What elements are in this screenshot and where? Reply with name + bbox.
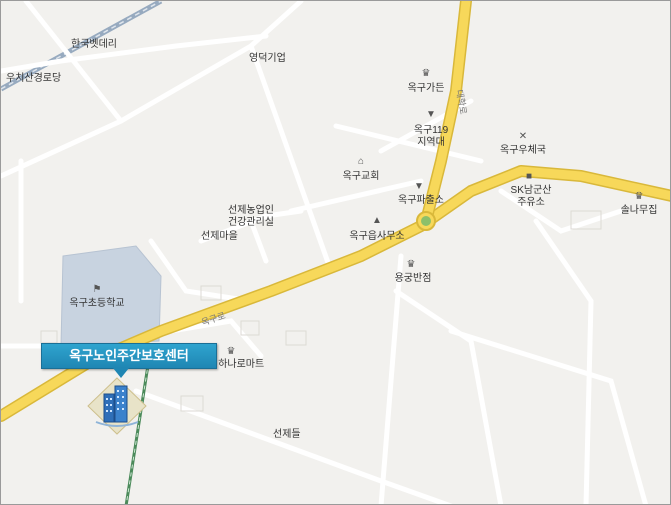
- label-eup-office: 옥구읍사무소: [349, 231, 405, 242]
- police-icon[interactable]: ▼: [413, 181, 425, 193]
- map-canvas[interactable]: 한국벳데리 우치산경로당 영덕기업 ♛ 옥구가든 ▼ 옥구119 지역대 ✕ 옥…: [0, 0, 671, 505]
- label-school: 옥구초등학교: [69, 298, 125, 309]
- gas-station-icon[interactable]: ■: [523, 171, 535, 183]
- label-mart: 영하나로마트: [209, 359, 265, 370]
- label-nonghyup-1: 선제농업인: [228, 205, 274, 216]
- label-nonghyup-2: 건강관리실: [228, 217, 274, 228]
- label-uchisan: 우치산경로당: [6, 73, 62, 84]
- label-sk-1: SK남군산: [510, 185, 552, 196]
- label-postoffice: 옥구우체국: [500, 145, 546, 156]
- label-fire119-1: 옥구119: [413, 125, 449, 136]
- restaurant-icon-2[interactable]: ♛: [633, 191, 645, 203]
- label-fire119-2: 지역대: [417, 137, 445, 148]
- restaurant-icon-3[interactable]: ♛: [405, 259, 417, 271]
- label-sk-2: 주유소: [517, 197, 545, 208]
- label-hanguk: 한국벳데리: [71, 39, 117, 50]
- government-office-icon[interactable]: ▲: [371, 215, 383, 227]
- building-icon[interactable]: [86, 376, 148, 436]
- label-pine: 솔나무집: [620, 205, 658, 216]
- restaurant-icon[interactable]: ♛: [420, 68, 432, 80]
- label-yonggong: 용궁반점: [394, 273, 432, 284]
- label-seonje-village: 선제마을: [201, 231, 238, 242]
- label-police: 옥구파출소: [398, 195, 444, 206]
- label-seonje-field: 선제들: [273, 429, 301, 440]
- shopping-icon[interactable]: ♛: [225, 346, 237, 358]
- church-icon[interactable]: ⌂: [355, 156, 367, 168]
- school-flag-icon[interactable]: ⚑: [91, 284, 103, 296]
- location-callout[interactable]: 옥구노인주간보호센터: [41, 343, 217, 369]
- label-yeongdeok: 영덕기업: [249, 53, 286, 64]
- fire-station-icon[interactable]: ▼: [425, 109, 437, 121]
- post-office-icon[interactable]: ✕: [517, 131, 529, 143]
- label-okgugarden: 옥구가든: [407, 83, 445, 94]
- label-church: 옥구교회: [342, 171, 380, 182]
